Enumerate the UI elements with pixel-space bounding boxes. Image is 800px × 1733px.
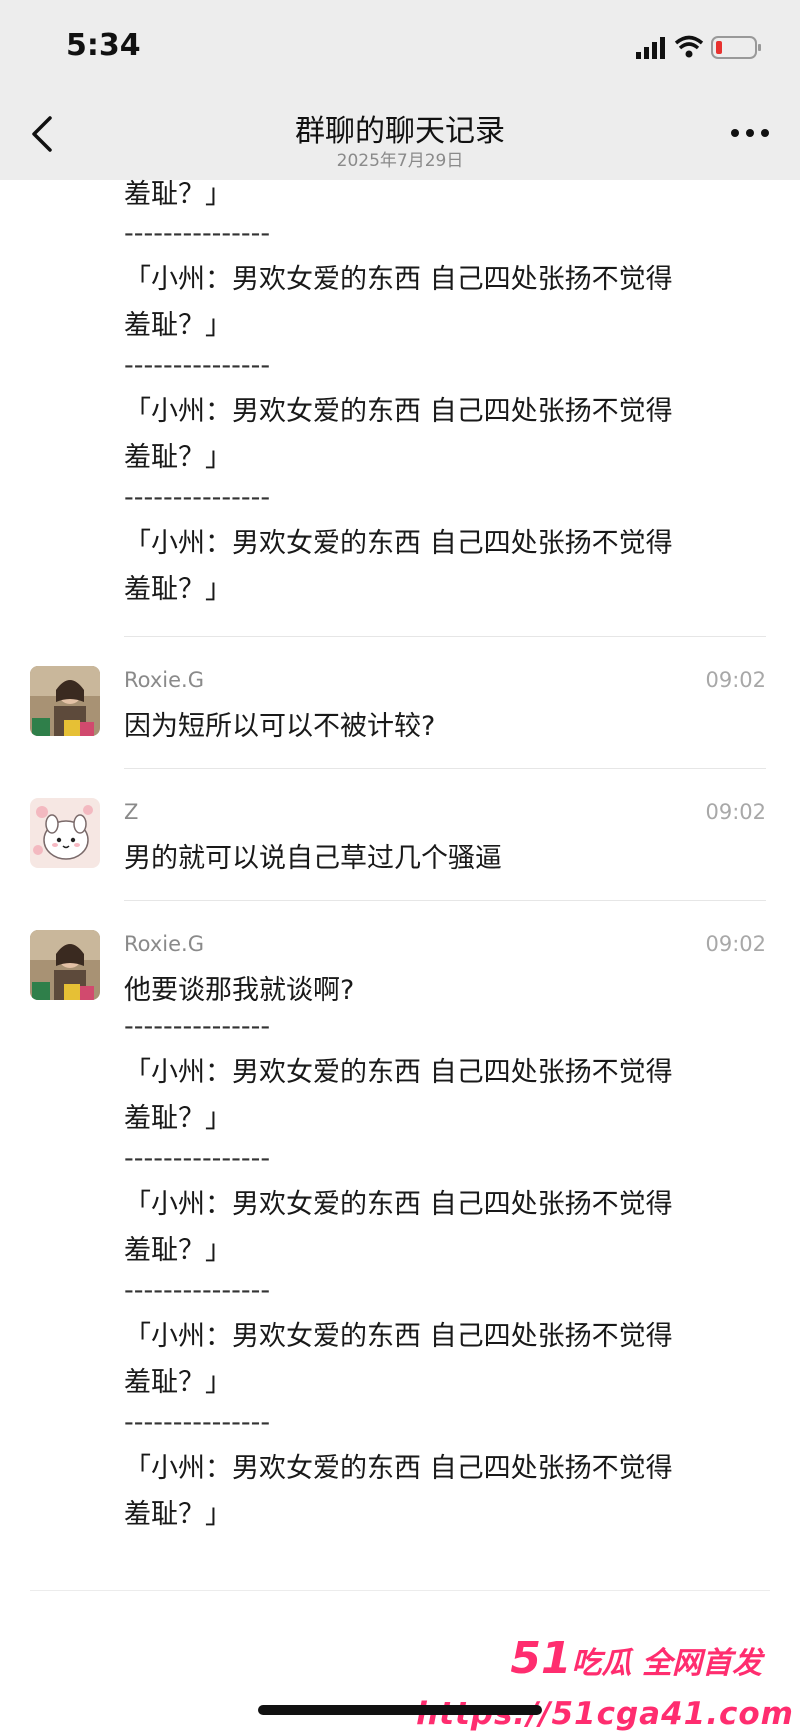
status-bar: 5:34 <box>0 0 800 100</box>
page-title: 群聊的聊天记录 <box>295 114 505 149</box>
home-indicator[interactable] <box>258 1705 542 1715</box>
quote-line: 羞耻？」 <box>124 310 232 341</box>
quote-line: 羞耻？」 <box>124 1103 232 1134</box>
watermark-number: 51 <box>510 1633 572 1684</box>
watermark-brand: 51吃瓜 全网首发 <box>510 1633 762 1684</box>
signal-wifi-battery-icon <box>636 35 761 59</box>
message-text: 男的就可以说自己草过几个骚逼 <box>124 843 502 874</box>
sender-name: Z <box>124 800 139 824</box>
end-divider <box>30 1590 770 1591</box>
message-divider <box>124 636 766 637</box>
status-time: 5:34 <box>66 28 141 63</box>
message-time: 09:02 <box>705 800 766 824</box>
quote-line: 羞耻？」 <box>124 1235 232 1266</box>
separator: --------------- <box>124 1275 271 1306</box>
quote-line: 羞耻？」 <box>124 179 232 210</box>
quote-line: 「小州：男欢女爱的东西 自己四处张扬不觉得 <box>124 1453 673 1484</box>
quote-line: 羞耻？」 <box>124 574 232 605</box>
quote-line: 「小州：男欢女爱的东西 自己四处张扬不觉得 <box>124 1057 673 1088</box>
message-divider <box>124 900 766 901</box>
separator: --------------- <box>124 482 271 513</box>
message-text: 他要谈那我就谈啊? <box>124 975 355 1006</box>
quote-line: 羞耻？」 <box>124 1499 232 1530</box>
separator: --------------- <box>124 1143 271 1174</box>
separator: --------------- <box>124 350 271 381</box>
quote-line: 羞耻？」 <box>124 442 232 473</box>
page-subtitle: 2025年7月29日 <box>336 151 464 171</box>
message-time: 09:02 <box>705 668 766 692</box>
quote-line: 「小州：男欢女爱的东西 自己四处张扬不觉得 <box>124 396 673 427</box>
nav-bar: 群聊的聊天记录 2025年7月29日 <box>0 100 800 180</box>
avatar-photo-icon <box>30 930 100 1000</box>
separator: --------------- <box>124 218 271 249</box>
status-icons <box>636 34 766 60</box>
quote-line: 「小州：男欢女爱的东西 自己四处张扬不觉得 <box>124 528 673 559</box>
avatar[interactable] <box>30 930 100 1000</box>
separator: --------------- <box>124 1011 271 1042</box>
avatar-photo-icon <box>30 666 100 736</box>
separator: --------------- <box>124 1407 271 1438</box>
message-text: 因为短所以可以不被计较? <box>124 711 436 742</box>
quote-line: 「小州：男欢女爱的东西 自己四处张扬不觉得 <box>124 264 673 295</box>
message-divider <box>124 768 766 769</box>
quote-line: 「小州：男欢女爱的东西 自己四处张扬不觉得 <box>124 1321 673 1352</box>
message-time: 09:02 <box>705 932 766 956</box>
more-options-icon[interactable] <box>730 128 770 138</box>
quote-line: 羞耻？」 <box>124 1367 232 1398</box>
quote-line: 「小州：男欢女爱的东西 自己四处张扬不觉得 <box>124 1189 673 1220</box>
avatar[interactable] <box>30 798 100 868</box>
sender-name: Roxie.G <box>124 932 204 956</box>
watermark-text: 吃瓜 全网首发 <box>571 1646 762 1681</box>
avatar-cartoon-icon <box>30 798 100 868</box>
sender-name: Roxie.G <box>124 668 204 692</box>
avatar[interactable] <box>30 666 100 736</box>
